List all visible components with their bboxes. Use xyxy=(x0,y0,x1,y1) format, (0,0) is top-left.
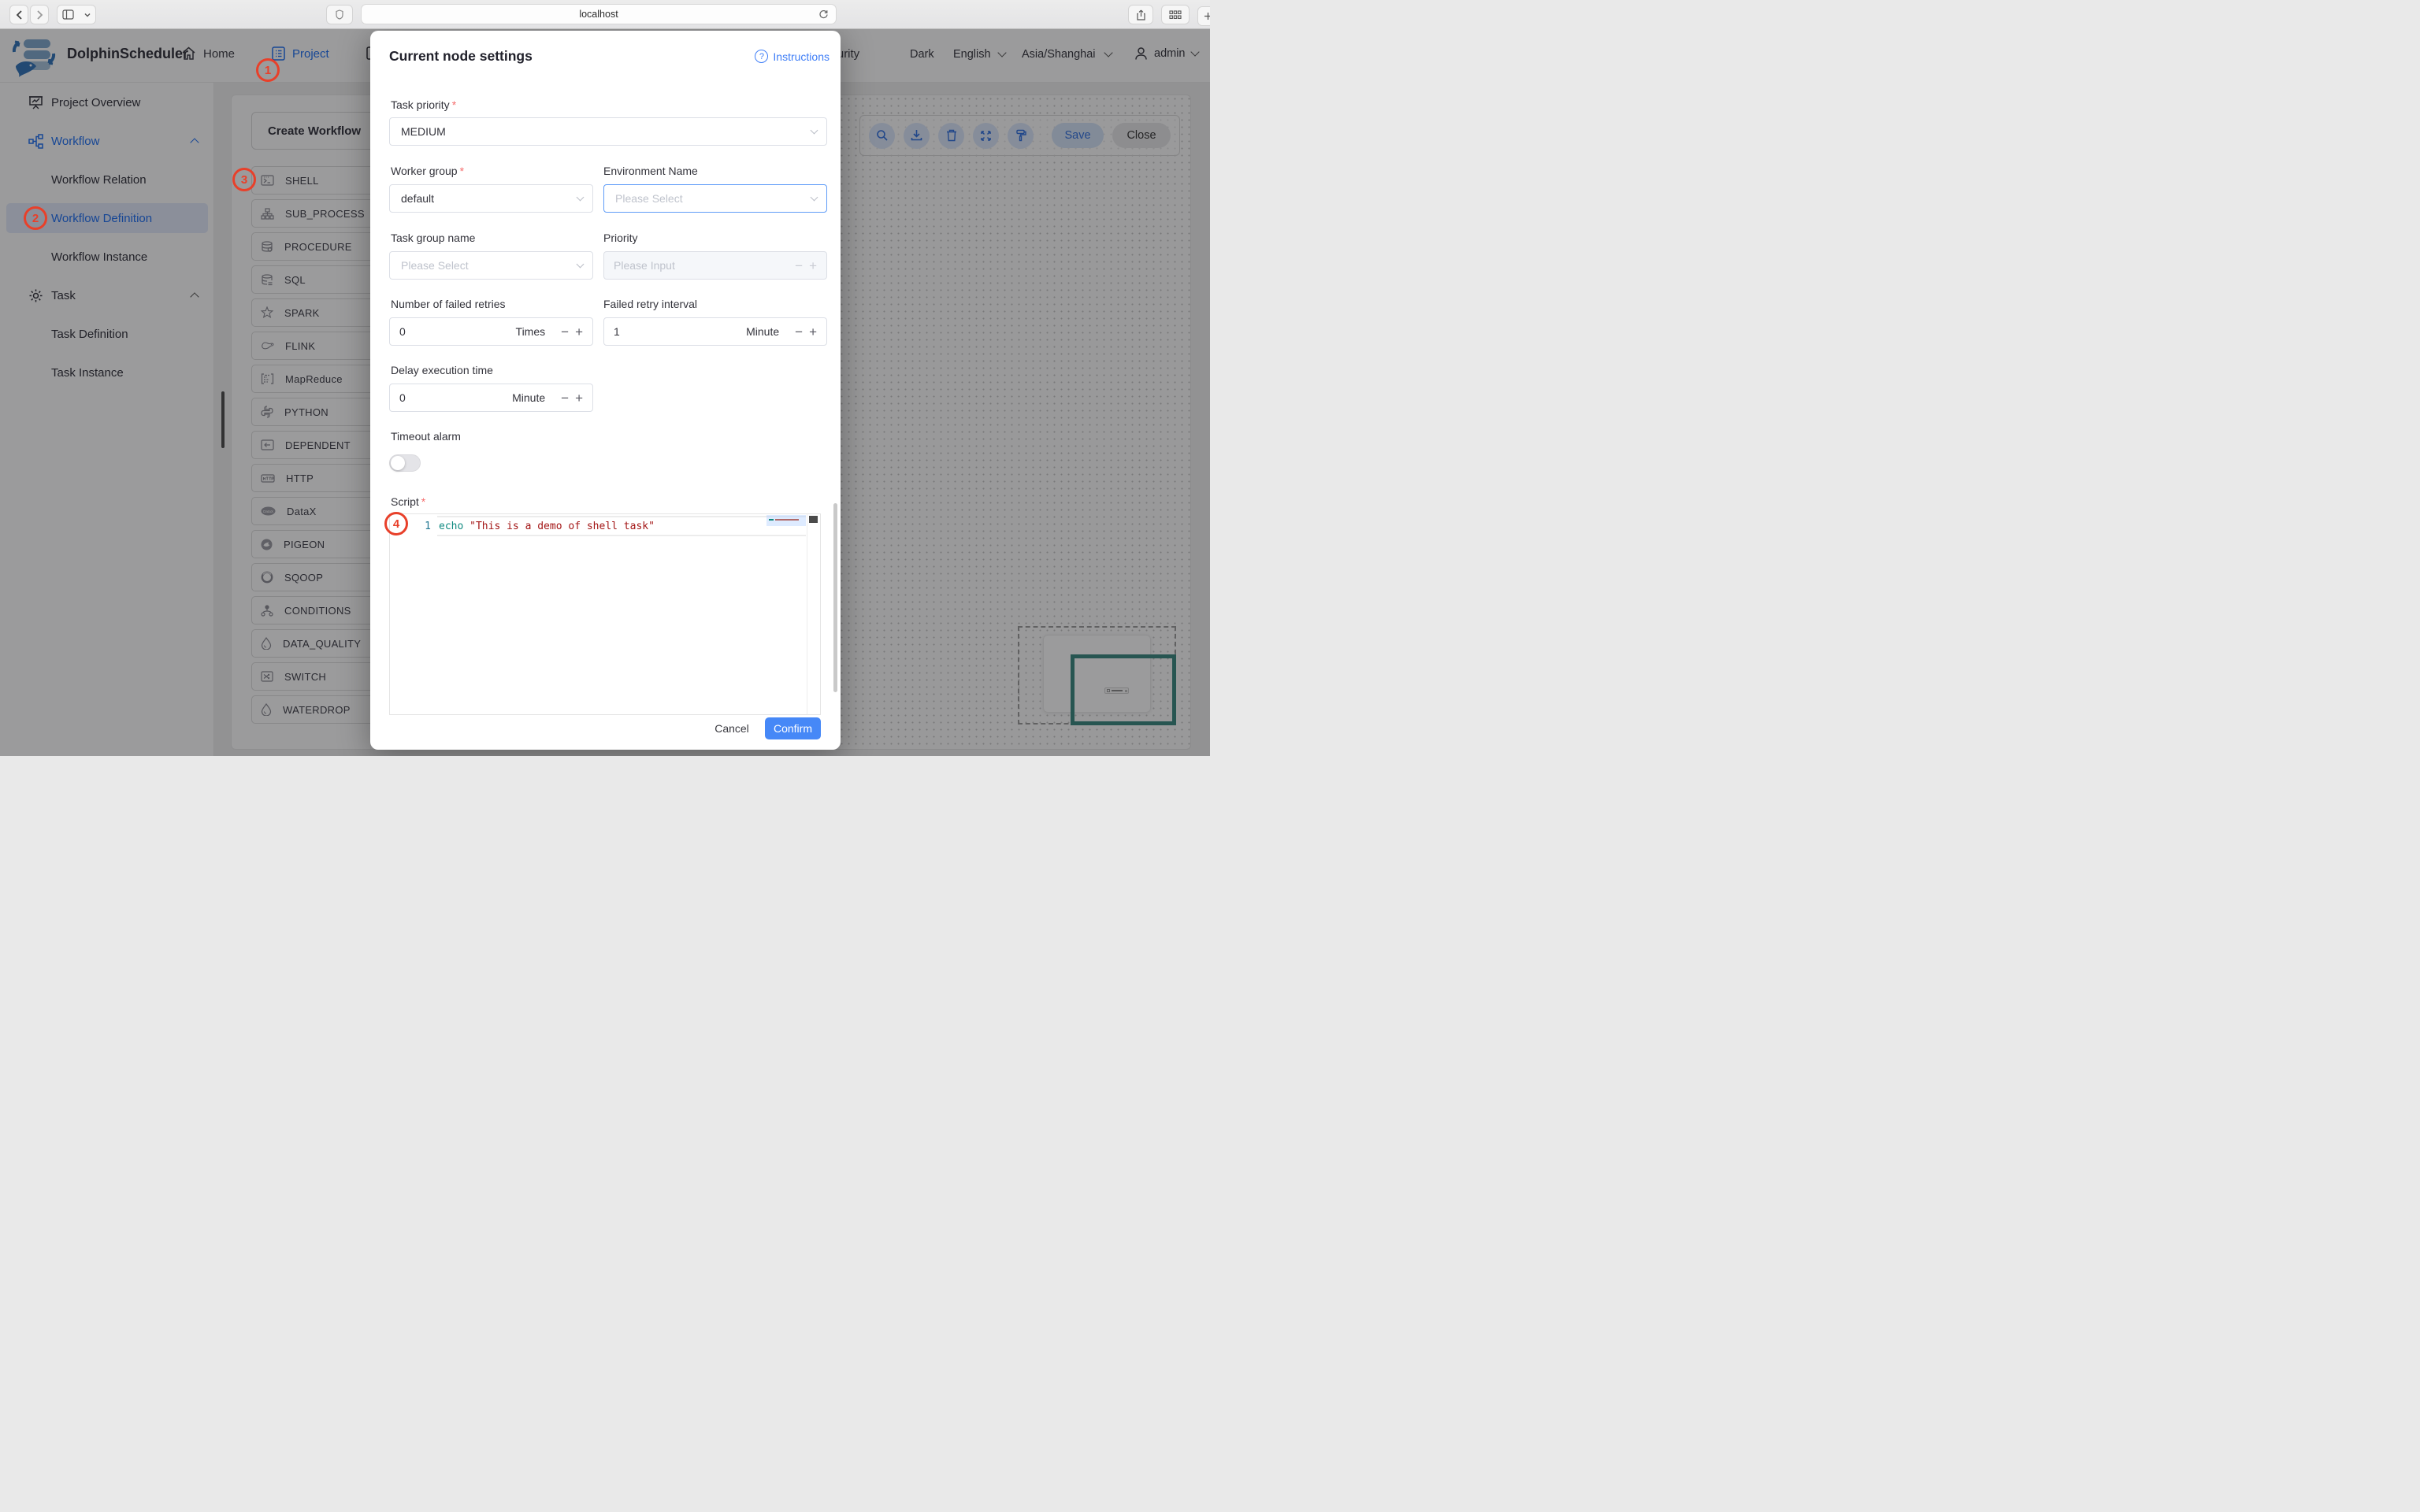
required-mark: * xyxy=(421,495,426,508)
refresh-icon[interactable] xyxy=(818,9,829,20)
node-settings-modal: Current node settings ? Instructions Tas… xyxy=(370,31,841,750)
task-group-label: Task group name xyxy=(391,232,476,244)
failed-retries-input[interactable]: 0 Times − + xyxy=(389,317,593,346)
priority-placeholder: Please Input xyxy=(614,259,675,272)
annotation-circle-4: 4 xyxy=(384,512,408,536)
script-editor[interactable]: 1 echo "This is a demo of shell task" xyxy=(389,513,821,715)
worker-group-label: Worker group * xyxy=(391,165,465,177)
current-line-border xyxy=(437,535,806,536)
required-mark: * xyxy=(451,98,457,111)
retry-interval-input[interactable]: 1 Minute − + xyxy=(603,317,827,346)
url-text: localhost xyxy=(579,9,618,20)
environment-label: Environment Name xyxy=(603,165,698,177)
browser-sidebar-button[interactable] xyxy=(57,5,96,24)
code-string: "This is a demo of shell task" xyxy=(463,521,655,532)
browser-new-tab-button[interactable] xyxy=(1197,6,1210,26)
modal-scrollbar-thumb[interactable] xyxy=(833,503,837,692)
failed-retries-label: Number of failed retries xyxy=(391,298,506,310)
delay-time-value: 0 xyxy=(399,391,406,404)
plus-icon[interactable]: + xyxy=(575,325,583,339)
browser-url-bar[interactable]: localhost xyxy=(361,4,837,24)
share-icon xyxy=(1136,9,1145,20)
minus-icon[interactable]: − xyxy=(561,325,569,339)
chevron-down-icon xyxy=(810,193,818,202)
modal-title: Current node settings xyxy=(389,48,533,64)
page: localhost DolphinScheduler Home Project … xyxy=(0,0,1210,756)
confirm-label: Confirm xyxy=(773,722,812,735)
browser-forward-button[interactable] xyxy=(30,5,49,24)
chevron-down-icon xyxy=(576,260,585,269)
task-group-select[interactable]: Please Select xyxy=(389,251,593,280)
instructions-label: Instructions xyxy=(773,50,830,63)
chevron-down-icon xyxy=(576,193,585,202)
task-group-placeholder: Please Select xyxy=(401,259,469,272)
priority-input[interactable]: Please Input − + xyxy=(603,251,827,280)
editor-minimap xyxy=(766,515,806,526)
plus-icon xyxy=(1204,13,1210,20)
toggle-knob xyxy=(391,456,405,470)
sidebar-icon xyxy=(62,9,74,20)
plus-icon[interactable]: + xyxy=(809,259,817,272)
forward-icon xyxy=(36,9,43,20)
failed-retries-unit: Times xyxy=(515,325,546,338)
annotation-circle-3: 3 xyxy=(232,168,256,191)
help-icon: ? xyxy=(755,50,769,63)
chevron-down-icon xyxy=(84,13,91,17)
browser-privacy-button[interactable] xyxy=(326,5,353,24)
confirm-button[interactable]: Confirm xyxy=(765,717,821,739)
timeout-alarm-label: Timeout alarm xyxy=(391,430,461,443)
retry-interval-unit: Minute xyxy=(746,325,780,338)
back-icon xyxy=(16,9,22,20)
worker-group-select[interactable]: default xyxy=(389,184,593,213)
current-line-border xyxy=(437,516,806,517)
required-mark: * xyxy=(459,165,465,177)
minus-icon[interactable]: − xyxy=(795,325,803,339)
script-label: Script * xyxy=(391,495,426,508)
cancel-button[interactable]: Cancel xyxy=(707,717,756,739)
plus-icon[interactable]: + xyxy=(575,391,583,405)
plus-icon[interactable]: + xyxy=(809,325,817,339)
editor-scrollbar-thumb[interactable] xyxy=(809,516,818,523)
browser-share-button[interactable] xyxy=(1128,5,1153,24)
task-priority-select[interactable]: MEDIUM xyxy=(389,117,827,146)
minus-icon[interactable]: − xyxy=(561,391,569,405)
editor-code-line[interactable]: echo "This is a demo of shell task" xyxy=(439,521,655,532)
chevron-down-icon xyxy=(810,126,818,135)
task-priority-value: MEDIUM xyxy=(401,125,446,138)
minimap-segment xyxy=(775,519,799,521)
minus-icon[interactable]: − xyxy=(795,259,803,272)
retry-interval-label: Failed retry interval xyxy=(603,298,698,310)
cancel-label: Cancel xyxy=(714,722,749,735)
delay-time-label: Delay execution time xyxy=(391,364,493,376)
tab-grid-icon xyxy=(1169,9,1182,19)
delay-time-input[interactable]: 0 Minute − + xyxy=(389,384,593,412)
annotation-circle-1: 1 xyxy=(256,58,280,82)
environment-select[interactable]: Please Select xyxy=(603,184,827,213)
instructions-link[interactable]: ? Instructions xyxy=(755,50,830,63)
environment-placeholder: Please Select xyxy=(615,192,683,205)
timeout-alarm-toggle[interactable] xyxy=(389,454,421,472)
delay-time-unit: Minute xyxy=(512,391,546,404)
retry-interval-value: 1 xyxy=(614,325,620,338)
browser-tabs-button[interactable] xyxy=(1161,5,1190,24)
minimap-segment xyxy=(769,519,774,521)
browser-back-button[interactable] xyxy=(9,5,28,24)
annotation-circle-2: 2 xyxy=(24,206,47,230)
failed-retries-value: 0 xyxy=(399,325,406,338)
priority-label: Priority xyxy=(603,232,638,244)
shield-icon xyxy=(336,9,343,20)
code-keyword: echo xyxy=(439,521,464,532)
worker-group-value: default xyxy=(401,192,435,205)
editor-line-number: 1 xyxy=(425,521,431,532)
browser-chrome: localhost xyxy=(0,0,1210,29)
task-priority-label: Task priority * xyxy=(391,98,457,111)
